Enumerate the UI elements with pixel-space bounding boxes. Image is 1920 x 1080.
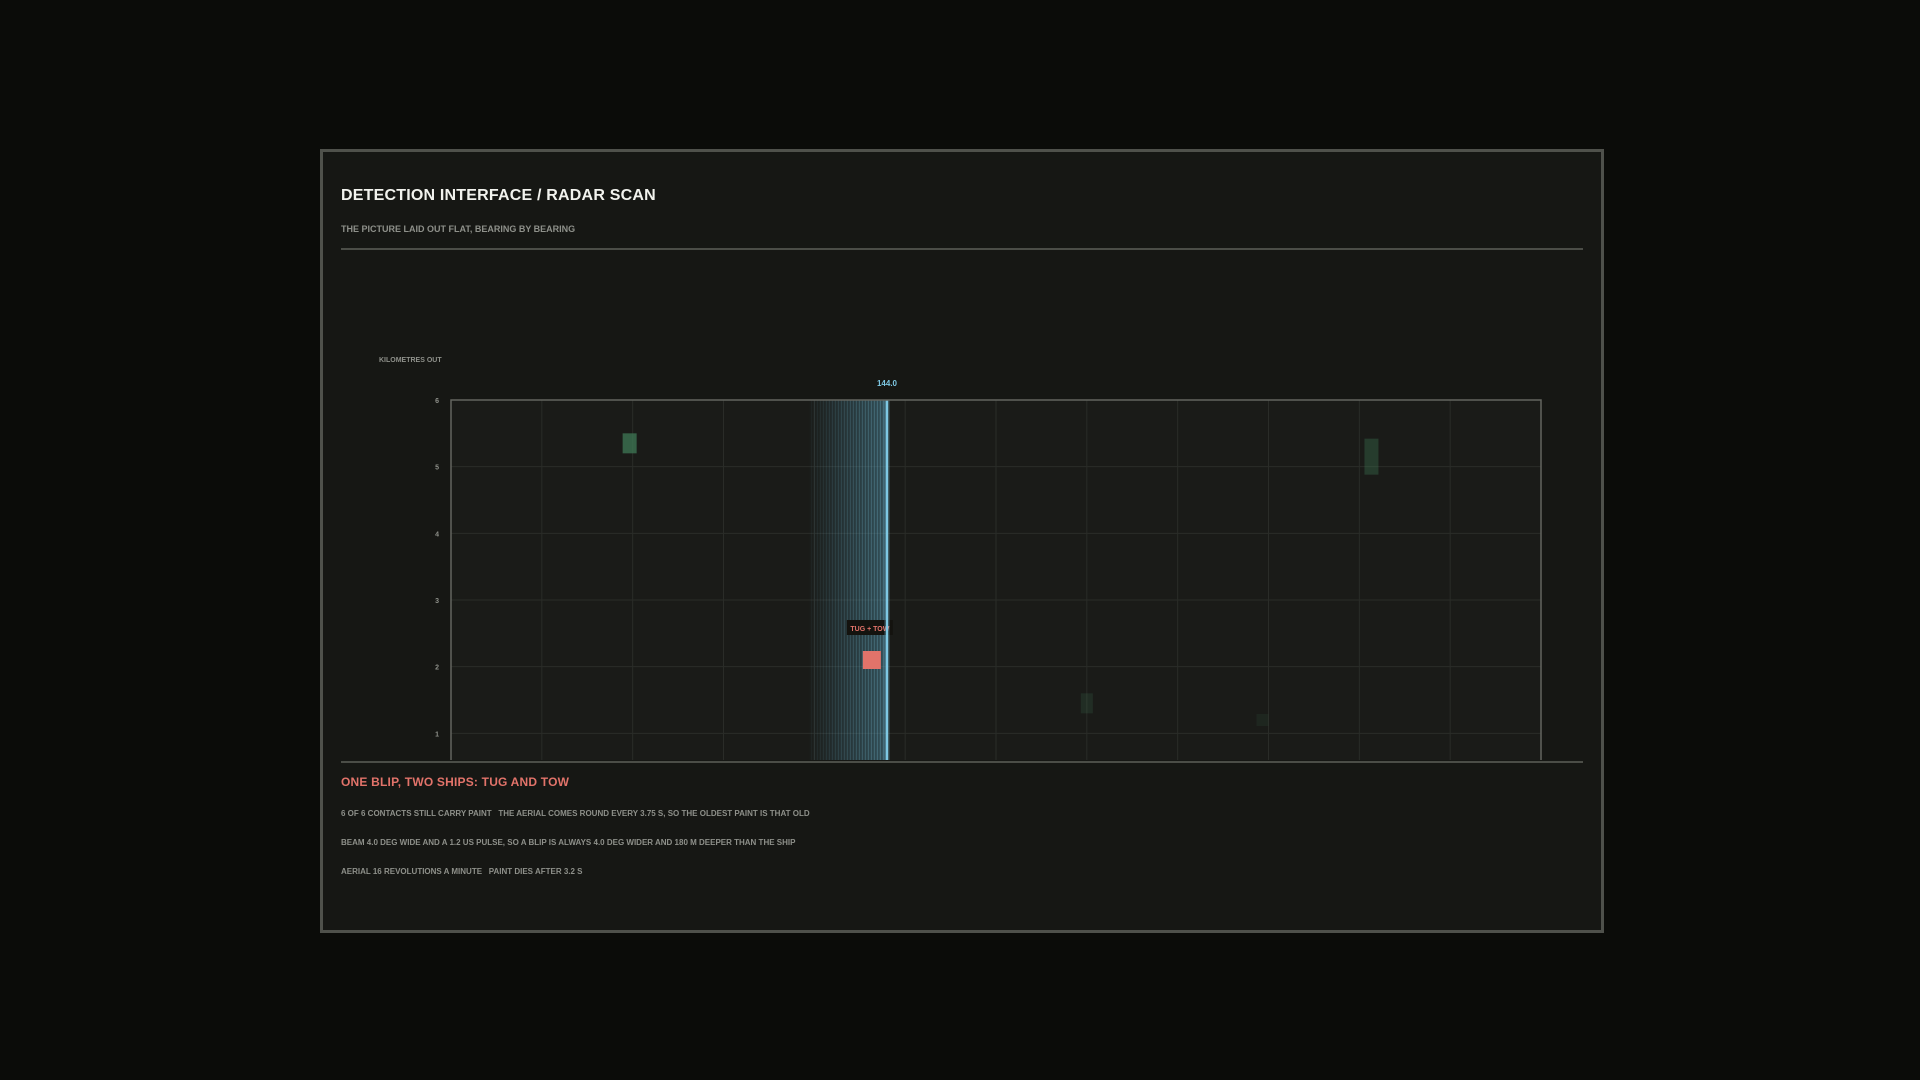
contact-blip[interactable] xyxy=(622,433,637,454)
note-line-contacts: 6 OF 6 CONTACTS STILL CARRY PAINT THE AE… xyxy=(341,809,810,818)
footer-divider xyxy=(341,761,1583,763)
sweep-bearing-label: 144.0 xyxy=(877,379,898,388)
y-tick-label: 1 xyxy=(435,731,439,738)
y-tick-label: 5 xyxy=(435,465,439,472)
contact-blip[interactable] xyxy=(1364,438,1379,475)
y-tick-label: 3 xyxy=(435,598,439,605)
contact-blip[interactable] xyxy=(1080,693,1093,714)
blip-tug-tow[interactable] xyxy=(862,651,881,669)
contact-blip[interactable] xyxy=(1256,714,1269,726)
note-line-beam: BEAM 4.0 DEG WIDE AND A 1.2 US PULSE, SO… xyxy=(341,838,796,847)
page-title: DETECTION INTERFACE / RADAR SCAN xyxy=(341,187,656,204)
y-tick-label: 4 xyxy=(435,531,439,538)
note-line-aerial: AERIAL 16 REVOLUTIONS A MINUTE PAINT DIE… xyxy=(341,867,583,876)
sweep-trail xyxy=(808,400,887,760)
radar-chart-svg[interactable]: TUG + TOW 144.0 000030060090120150180210… xyxy=(323,250,1601,760)
page-subtitle: THE PICTURE LAID OUT FLAT, BEARING BY BE… xyxy=(341,224,576,234)
notes-title: ONE BLIP, TWO SHIPS: TUG AND TOW xyxy=(341,775,570,789)
y-tick-label: 2 xyxy=(435,665,439,672)
blip-label: TUG + TOW xyxy=(850,626,889,633)
radar-panel: DETECTION INTERFACE / RADAR SCAN THE PIC… xyxy=(320,149,1604,933)
y-axis-title: KILOMETRES OUT xyxy=(379,357,442,364)
radar-chart[interactable]: TUG + TOW 144.0 000030060090120150180210… xyxy=(323,250,1601,760)
y-tick-label: 6 xyxy=(435,398,439,405)
